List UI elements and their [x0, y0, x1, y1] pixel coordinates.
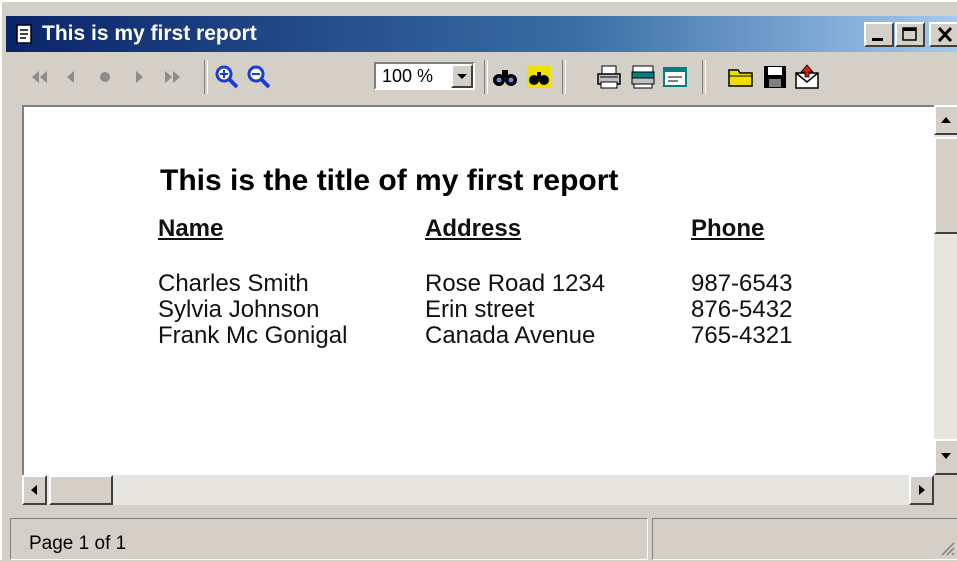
toolbar-separator: [204, 60, 208, 94]
cell-phone: 765-4321: [691, 322, 793, 349]
close-button[interactable]: [929, 22, 957, 47]
zoom-dropdown-button[interactable]: [451, 64, 473, 88]
page-setup-icon: [663, 67, 687, 87]
page-setup-button[interactable]: [662, 64, 688, 90]
find-button[interactable]: [492, 64, 518, 90]
window-title: This is my first report: [42, 22, 257, 45]
status-bar: Page 1 of 1: [6, 514, 957, 562]
report-document-icon[interactable]: [14, 24, 34, 44]
cell-address: Rose Road 1234: [425, 270, 606, 297]
previous-page-button[interactable]: [58, 64, 84, 90]
save-button[interactable]: [762, 64, 788, 90]
scroll-left-button[interactable]: [22, 475, 47, 505]
chevron-down-icon: [457, 74, 467, 79]
zoom-out-button[interactable]: [246, 64, 272, 90]
open-button[interactable]: [728, 64, 754, 90]
zoom-value: 100 %: [382, 66, 434, 86]
toolbar-separator: [484, 60, 488, 94]
print-setup-icon: [631, 65, 655, 89]
maximize-button[interactable]: [895, 22, 925, 47]
maximize-icon: [902, 27, 917, 41]
column-header-address: Address: [425, 215, 522, 242]
first-page-button[interactable]: [26, 64, 52, 90]
zoom-in-icon: [215, 65, 239, 89]
chevron-down-icon: [941, 453, 951, 459]
previous-page-icon: [67, 71, 74, 83]
scrollbar-corner: [934, 475, 957, 505]
find-icon: [493, 70, 517, 86]
stop-button[interactable]: [92, 64, 118, 90]
cell-name: Sylvia Johnson: [158, 296, 320, 323]
cell-name: Charles Smith: [158, 270, 309, 297]
next-page-icon: [136, 71, 143, 83]
horizontal-scrollbar[interactable]: [22, 475, 934, 505]
cell-phone: 876-5432: [691, 296, 793, 323]
first-page-icon: [32, 71, 47, 83]
save-icon: [764, 66, 786, 88]
print-setup-button[interactable]: [630, 64, 656, 90]
find-next-icon: [527, 66, 551, 88]
minimize-icon: [872, 38, 883, 41]
print-icon: [597, 65, 621, 89]
print-button[interactable]: [596, 64, 622, 90]
last-page-icon: [165, 71, 180, 83]
scroll-right-button[interactable]: [909, 475, 934, 505]
title-bar[interactable]: This is my first report: [6, 16, 957, 52]
cell-name: Frank Mc Gonigal: [158, 322, 348, 349]
export-email-icon: [795, 64, 819, 89]
column-header-name: Name: [158, 215, 224, 242]
report-title: This is the title of my first report: [160, 164, 619, 197]
toolbar-separator: [702, 60, 706, 94]
report-window: This is my first report 100 % This is th…: [0, 0, 957, 560]
zoom-in-button[interactable]: [214, 64, 240, 90]
toolbar-separator: [562, 60, 566, 94]
page-indicator: Page 1 of 1: [29, 533, 127, 554]
scroll-up-button[interactable]: [934, 105, 957, 135]
close-icon: [937, 26, 953, 43]
vertical-scrollbar[interactable]: [934, 105, 957, 475]
column-header-phone: Phone: [691, 215, 765, 242]
zoom-select[interactable]: 100 %: [374, 62, 475, 90]
scroll-down-button[interactable]: [934, 439, 957, 475]
zoom-out-icon: [247, 65, 271, 89]
last-page-button[interactable]: [160, 64, 186, 90]
chevron-right-icon: [919, 485, 925, 495]
status-panel-page: Page 1 of 1: [10, 518, 648, 560]
next-page-button[interactable]: [126, 64, 152, 90]
cell-address: Canada Avenue: [425, 322, 596, 349]
export-button[interactable]: [794, 64, 820, 90]
horizontal-scroll-thumb[interactable]: [49, 475, 113, 505]
stop-icon: [100, 72, 110, 82]
chevron-left-icon: [31, 485, 37, 495]
vertical-scroll-thumb[interactable]: [934, 137, 957, 234]
minimize-button[interactable]: [864, 22, 894, 47]
resize-grip-icon[interactable]: [938, 539, 956, 557]
report-preview: This is the title of my first report Nam…: [22, 105, 934, 475]
find-next-button[interactable]: [526, 64, 552, 90]
open-folder-icon: [728, 69, 753, 87]
toolbar: 100 %: [6, 54, 957, 100]
chevron-up-icon: [941, 117, 951, 123]
status-panel-secondary: [652, 518, 957, 560]
cell-phone: 987-6543: [691, 270, 793, 297]
cell-address: Erin street: [425, 296, 535, 323]
